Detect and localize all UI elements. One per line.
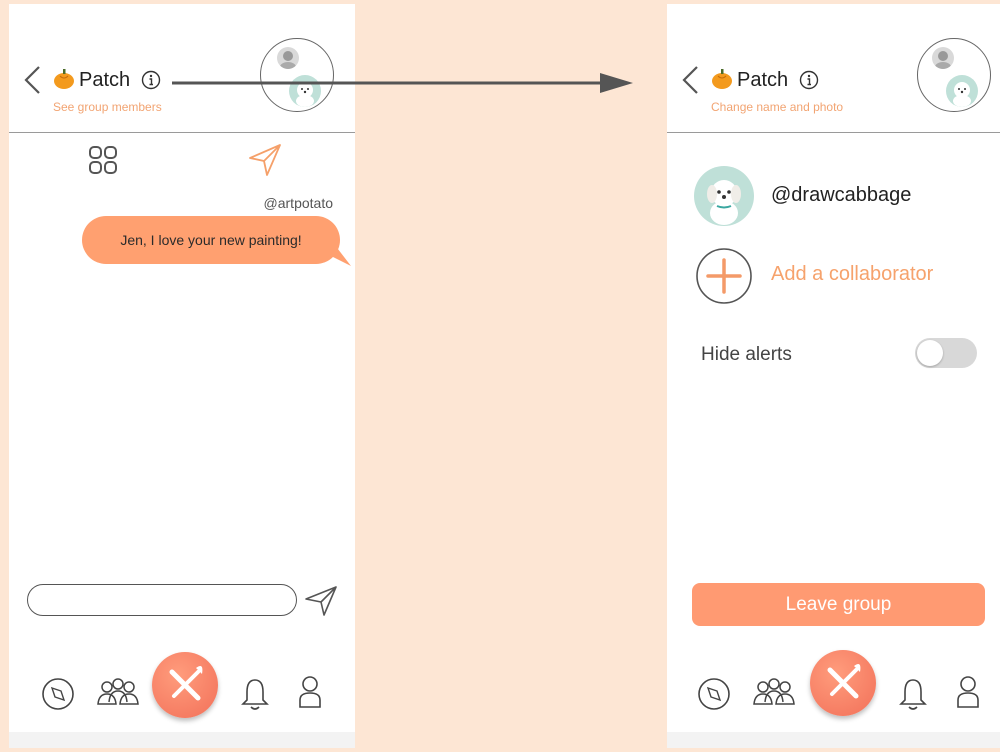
member-handle[interactable]: @drawcabbage xyxy=(771,184,911,207)
dog-avatar-icon xyxy=(707,180,741,225)
profile-icon[interactable] xyxy=(955,674,981,712)
info-icon[interactable] xyxy=(799,70,819,90)
grid-icon[interactable] xyxy=(87,144,119,176)
group-title[interactable]: Patch xyxy=(737,68,788,92)
pumpkin-icon xyxy=(712,69,732,89)
change-name-photo-link[interactable]: Change name and photo xyxy=(711,100,843,114)
flow-arrow xyxy=(172,73,633,93)
send-icon[interactable] xyxy=(247,142,283,178)
back-arrow-icon[interactable] xyxy=(21,64,43,96)
group-title[interactable]: Patch xyxy=(79,68,130,92)
settings-header: Patch Change name and photo xyxy=(667,4,1000,133)
add-collaborator-icon[interactable] xyxy=(694,246,754,306)
message-author: @artpotato xyxy=(263,195,333,211)
compass-icon[interactable] xyxy=(40,676,76,712)
hide-alerts-toggle[interactable] xyxy=(915,338,977,368)
group-icon[interactable] xyxy=(95,676,141,710)
toggle-knob xyxy=(917,340,943,366)
profile-icon[interactable] xyxy=(297,674,323,712)
compass-icon[interactable] xyxy=(696,676,732,712)
member-avatar[interactable] xyxy=(694,166,754,226)
group-icon[interactable] xyxy=(751,676,797,710)
bottom-nav xyxy=(667,650,1000,726)
hide-alerts-label: Hide alerts xyxy=(701,344,792,365)
see-group-members-link[interactable]: See group members xyxy=(53,100,162,114)
create-button[interactable] xyxy=(810,650,876,716)
pumpkin-icon xyxy=(54,69,74,89)
back-arrow-icon[interactable] xyxy=(679,64,701,96)
send-message-icon[interactable] xyxy=(304,585,338,617)
group-settings-screen: Patch Change name and photo @drawcabbage xyxy=(667,4,1000,748)
home-indicator-strip xyxy=(9,732,355,748)
group-avatar[interactable] xyxy=(917,38,991,112)
chat-header: Patch See group members xyxy=(9,4,355,133)
add-collaborator-link[interactable]: Add a collaborator xyxy=(771,263,933,286)
create-button[interactable] xyxy=(152,652,218,718)
bubble-tail xyxy=(331,240,351,266)
home-indicator-strip xyxy=(667,732,1000,748)
message-input[interactable] xyxy=(27,584,297,616)
message-bubble: Jen, I love your new painting! xyxy=(82,216,340,264)
bottom-nav xyxy=(9,652,355,726)
pencil-brush-icon xyxy=(827,664,861,699)
pencil-brush-icon xyxy=(169,666,203,701)
group-chat-screen: Patch See group members @artpotato Jen, … xyxy=(9,4,355,748)
member-avatar-dog xyxy=(946,75,978,107)
bell-icon[interactable] xyxy=(240,676,270,712)
leave-group-button[interactable]: Leave group xyxy=(692,583,985,626)
info-icon[interactable] xyxy=(141,70,161,90)
bell-icon[interactable] xyxy=(898,676,928,712)
member-avatar-gray xyxy=(932,47,954,69)
member-avatar-gray xyxy=(277,47,299,69)
